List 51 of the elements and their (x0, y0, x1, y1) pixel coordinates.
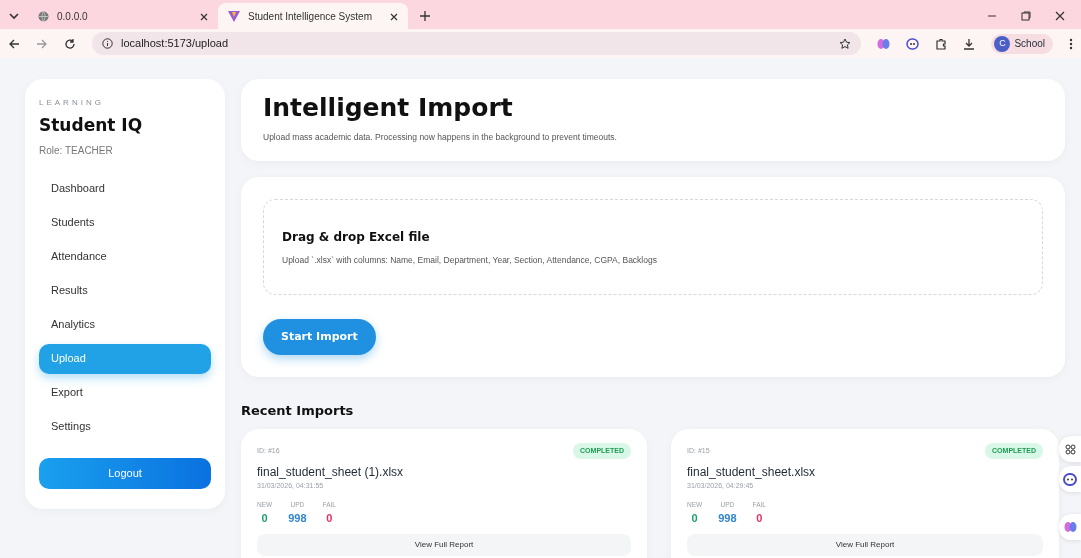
nav-item[interactable]: Export (39, 377, 211, 408)
role-label: Role: TEACHER (39, 143, 114, 158)
nav-item[interactable]: Attendance (39, 241, 211, 272)
reload-icon[interactable] (64, 37, 76, 50)
nav-item[interactable]: Settings (39, 411, 211, 442)
file-name: final_student_sheet.xlsx (687, 464, 817, 482)
globe-icon (38, 10, 49, 22)
stat-value: 998 (288, 510, 307, 526)
nav-item[interactable]: Dashboard (39, 173, 211, 204)
file-name: final_student_sheet (1).xlsx (257, 464, 405, 482)
browser-tab[interactable]: Student Intelligence System (218, 3, 408, 29)
menu-icon[interactable] (1069, 37, 1073, 50)
shortcut-icon[interactable] (1059, 436, 1081, 462)
info-icon[interactable] (102, 38, 113, 49)
close-icon[interactable] (1055, 11, 1065, 21)
forward-icon[interactable] (36, 37, 48, 50)
app-title: Student IQ (39, 114, 144, 137)
sidebar-eyebrow: LEARNING (39, 97, 105, 109)
nav-item[interactable]: Results (39, 275, 211, 306)
close-tab-icon[interactable] (200, 12, 208, 21)
page-subtitle: Upload mass academic data. Processing now happens in the background to prevent timeouts. (263, 130, 618, 144)
stat-value: 0 (691, 510, 698, 526)
stat-value: 998 (718, 510, 737, 526)
stat-value: 0 (756, 510, 763, 526)
view-report-button[interactable]: View Full Report (257, 534, 631, 556)
robot-icon[interactable] (906, 37, 920, 50)
drop-zone-title: Drag & drop Excel file (282, 228, 431, 246)
new-tab-icon[interactable] (420, 11, 430, 21)
stat-value: 0 (326, 510, 333, 526)
download-icon[interactable] (963, 37, 976, 50)
nav-item[interactable]: Analytics (39, 309, 211, 340)
section-heading: Recent Imports (241, 402, 355, 421)
nav-item[interactable]: Students (39, 207, 211, 238)
page-title: Intelligent Import (263, 92, 514, 124)
profile-button[interactable]: C School (991, 33, 1053, 54)
robot-icon[interactable] (1059, 466, 1081, 492)
tab-list-icon[interactable] (8, 11, 20, 21)
back-icon[interactable] (8, 37, 20, 50)
drop-zone[interactable]: Drag & drop Excel file Upload `.xlsx` with columns: Name, Email, Department, Year, Section, Attendance, CGPA, Backlogs (263, 199, 1043, 296)
stat-value: 0 (261, 510, 268, 526)
puzzle-icon[interactable] (935, 37, 948, 50)
logout-button[interactable]: Logout (39, 457, 211, 489)
drop-zone-hint: Upload `.xlsx` with columns: Name, Email, Department, Year, Section, Attendance, CGPA, Backlogs (282, 253, 658, 267)
view-report-button[interactable]: View Full Report (687, 534, 1043, 556)
address-bar[interactable]: localhost:5173/upload (92, 32, 862, 55)
star-icon[interactable] (839, 37, 852, 50)
browser-tab[interactable]: 0.0.0.0 (28, 3, 218, 29)
url-text: localhost:5173/upload (121, 36, 229, 52)
restore-icon[interactable] (1021, 11, 1031, 21)
logo-icon (228, 10, 240, 22)
close-tab-icon[interactable] (390, 12, 398, 21)
